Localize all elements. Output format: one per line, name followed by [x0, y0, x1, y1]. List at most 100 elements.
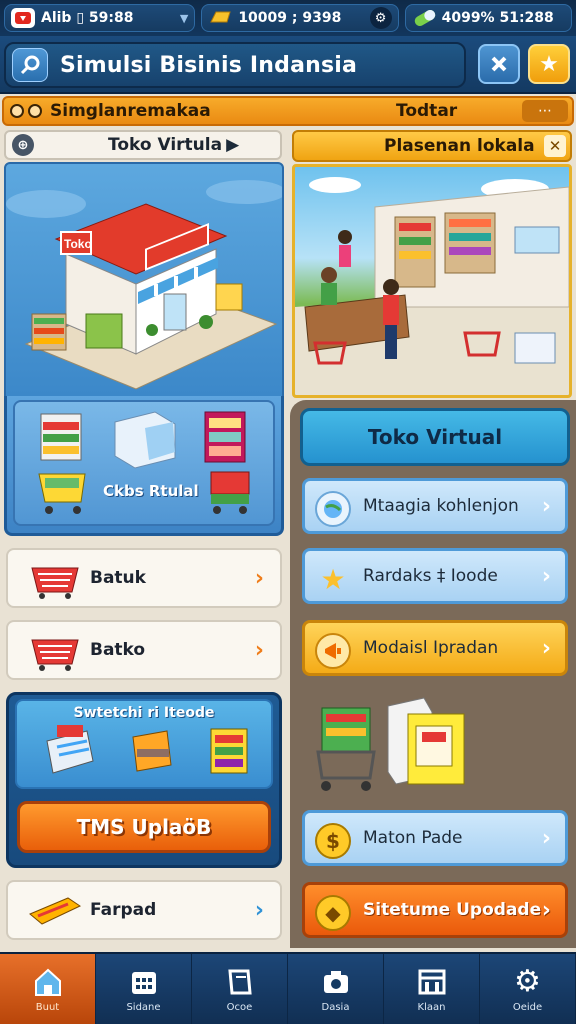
category-items: [38, 411, 250, 514]
shelf-icon: [40, 413, 82, 461]
nav-item-klaan[interactable]: Klaan: [384, 954, 480, 1024]
menu-button-maton[interactable]: $ Maton Pade ›: [302, 810, 568, 866]
shopping-basket-icon: [31, 567, 79, 599]
shopping-basket-icon: [31, 639, 79, 671]
chevron-right-icon: ▶: [226, 135, 240, 155]
tab-label: Plasenan lokala: [384, 136, 535, 156]
app-icon: [11, 8, 35, 28]
chevron-right-icon: ›: [541, 493, 551, 519]
status-bar: Alib ▯ 59:88 ▼ 10009 ; 9398 ⚙ 4099% 51:2…: [0, 0, 576, 36]
camera-icon: [319, 966, 353, 998]
list-item-farpad[interactable]: Farpad ›: [6, 880, 282, 940]
freezer-icon: [114, 411, 176, 469]
pill-icon: [412, 8, 436, 28]
tab-toko-virtula[interactable]: ⊕ Toko Virtula ▶: [4, 130, 282, 160]
list-item-label: Batuk: [90, 568, 146, 588]
chevron-down-icon: ▼: [179, 11, 189, 25]
banner-left-label: Simglanremakaa: [50, 101, 211, 121]
menu-button-label: Mtaagia kohlenjon: [363, 496, 519, 516]
title-box: Simulsi Bisinis Indansia: [4, 42, 466, 88]
star-icon: ★: [539, 51, 559, 77]
list-item-label: Farpad: [90, 900, 157, 920]
menu-button-kohlenjon[interactable]: Mtaagia kohlenjon ›: [302, 478, 568, 534]
tab-plasenan-lokala[interactable]: Plasenan lokala ✕: [292, 130, 572, 162]
list-item-label: Batko: [90, 640, 146, 660]
category-inner: [13, 400, 275, 526]
resource-value-3: 4099% 51:288: [441, 10, 554, 26]
menu-button-label: Maton Pade: [363, 828, 463, 848]
gold-bar-icon: [208, 8, 232, 28]
resource-stat-2[interactable]: 10009 ; 9398 ⚙: [201, 4, 399, 32]
cart-icon: [38, 473, 86, 514]
info-banner: Simglanremakaa Todtar ⋯: [2, 96, 574, 126]
page-title: Simulsi Bisinis Indansia: [60, 52, 358, 78]
menu-button-modaisl[interactable]: Modaisl Ipradan ›: [302, 620, 568, 676]
favorite-button[interactable]: ★: [528, 44, 570, 84]
title-bar: Simulsi Bisinis Indansia ★: [0, 36, 576, 94]
list-item-batuk[interactable]: Batuk ›: [6, 548, 282, 608]
book-icon: [223, 966, 257, 998]
nav-item-home[interactable]: Buut: [0, 954, 96, 1024]
nav-item-dasia[interactable]: Dasia: [288, 954, 384, 1024]
gold-coin-icon: ◆: [315, 895, 351, 931]
calendar-icon: [127, 966, 161, 998]
menu-button-label: Modaisl Ipradan: [363, 638, 499, 658]
chevron-right-icon: ›: [254, 897, 264, 923]
feature-panel: Swtetchi ri Iteode TMS UplaöB: [6, 692, 282, 868]
megaphone-icon: [315, 633, 351, 669]
bottom-navigation: Buut Sidane Ocoe Dasia Klaan ⚙ Oeide: [0, 952, 576, 1024]
nav-item-sidane[interactable]: Sidane: [96, 954, 192, 1024]
settings-icon[interactable]: ⚙: [369, 7, 392, 29]
nav-item-oeide[interactable]: ⚙ Oeide: [480, 954, 576, 1024]
banner-center-label: Todtar: [396, 101, 458, 121]
menu-button-label: Rardaks ‡ Ioode: [363, 566, 498, 586]
nav-label: Klaan: [417, 1001, 446, 1013]
shop-interior-illustration: [292, 164, 572, 398]
globe-icon: [315, 491, 351, 527]
close-icon[interactable]: ✕: [544, 135, 566, 157]
tray-icon: [29, 897, 82, 925]
rack-icon: [210, 728, 248, 774]
nav-label: Oeide: [512, 1001, 543, 1013]
chevron-right-icon: ›: [541, 563, 551, 589]
store-illustration: Toko: [4, 162, 284, 398]
menu-button-upodade[interactable]: ◆ Sitetume Upodade ›: [302, 882, 568, 938]
banner-menu-button[interactable]: ⋯: [522, 100, 568, 122]
chevron-right-icon: ›: [541, 825, 551, 851]
register-icon: [46, 725, 94, 774]
crate-icon: [132, 730, 172, 772]
home-icon: [31, 966, 65, 998]
nav-label: Dasia: [321, 1001, 350, 1013]
pin-icon: ⊕: [12, 134, 34, 156]
nav-label: Ocoe: [226, 1001, 253, 1013]
list-item-batko[interactable]: Batko ›: [6, 620, 282, 680]
feature-title: Swtetchi ri Iteode: [73, 705, 215, 721]
store-equipment-illustration: [316, 697, 465, 791]
resource-stat-1[interactable]: Alib ▯ 59:88 ▼: [4, 4, 196, 32]
tab-label: Toko Virtula: [108, 135, 223, 155]
upgrade-button[interactable]: TMS UplaöB: [17, 801, 271, 853]
feature-inner: Swtetchi ri Iteode: [15, 699, 273, 789]
menu-button-rardaks[interactable]: ★ Rardaks ‡ Ioode ›: [302, 548, 568, 604]
resource-value-1: Alib ▯ 59:88: [41, 10, 134, 26]
gear-icon: ⚙: [514, 964, 541, 999]
svg-text:Toko: Toko: [64, 237, 92, 251]
resource-stat-3[interactable]: 4099% 51:288: [404, 4, 572, 32]
close-icon: [491, 56, 507, 72]
category-caption: Ckbs Rtulal: [103, 482, 199, 500]
chevron-right-icon: ›: [254, 565, 264, 591]
star-icon: ★: [320, 562, 346, 596]
coin-icon: $: [315, 823, 351, 859]
search-icon[interactable]: [12, 48, 48, 82]
chevron-right-icon: ›: [541, 897, 551, 923]
close-button[interactable]: [478, 44, 520, 84]
nav-label: Buut: [35, 1001, 60, 1013]
nav-item-ocoe[interactable]: Ocoe: [192, 954, 288, 1024]
indicator-icon: [10, 104, 24, 118]
cart-icon: [210, 471, 250, 514]
chevron-right-icon: ›: [541, 635, 551, 661]
nav-label: Sidane: [126, 1001, 161, 1013]
indicator-icon: [28, 104, 42, 118]
store-icon: [415, 966, 449, 998]
toko-virtual-button[interactable]: Toko Virtual: [300, 408, 570, 466]
